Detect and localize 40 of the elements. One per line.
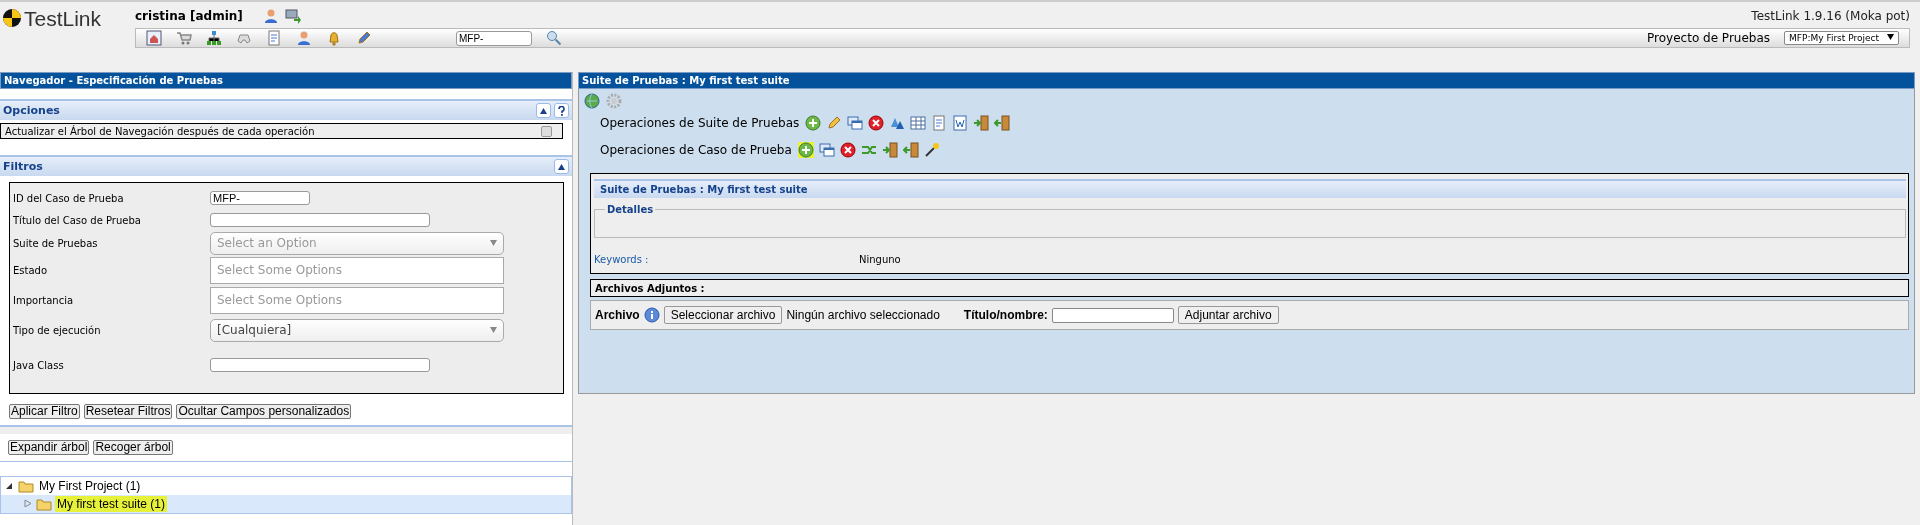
field-label: Java Class bbox=[11, 359, 65, 371]
field-label: Importancia bbox=[12, 294, 75, 306]
project-select[interactable]: MFP:My First Project bbox=[1784, 31, 1899, 45]
field-label: Título del Caso de Prueba bbox=[12, 214, 142, 226]
select-field[interactable]: [Cualquiera] bbox=[210, 318, 504, 342]
attachments-title: Archivos Adjuntos : bbox=[590, 279, 1909, 297]
node-label: My First Project (1) bbox=[38, 478, 142, 494]
user-name: cristina [admin] bbox=[135, 9, 243, 23]
attach-button[interactable]: Adjuntar archivo bbox=[1177, 306, 1279, 324]
panel-title: Navegador - Especificación de Pruebas bbox=[0, 72, 572, 89]
tree-button[interactable]: Recoger árbol bbox=[93, 440, 173, 455]
title-label: Título/nombre: bbox=[963, 308, 1048, 322]
file-status: Ningún archivo seleccionado bbox=[786, 308, 940, 322]
version-text: TestLink 1.9.16 (Moka pot) bbox=[1751, 9, 1910, 23]
field-label: Tipo de ejecución bbox=[12, 324, 102, 336]
node-label: My first test suite (1) bbox=[55, 496, 168, 512]
operations-label: Operaciones de Caso de Prueba bbox=[600, 142, 792, 157]
filter-button[interactable]: Ocultar Campos personalizados bbox=[176, 404, 352, 419]
section-header[interactable]: Opciones bbox=[0, 99, 572, 120]
section-header[interactable]: Filtros bbox=[0, 155, 572, 176]
option-label: Actualizar el Árbol de Navegación después de cada operación bbox=[5, 125, 315, 137]
filter-button[interactable]: Aplicar Filtro bbox=[9, 404, 80, 419]
keywords-label: Keywords : bbox=[594, 254, 650, 265]
text-field[interactable]: MFP- bbox=[210, 191, 310, 205]
tree-button[interactable]: Expandir árbol bbox=[8, 440, 90, 455]
filter-button[interactable]: Resetear Filtros bbox=[83, 404, 173, 419]
panel-title: Suite de Pruebas : My first test suite bbox=[578, 72, 1915, 89]
logo-text: TestLink bbox=[24, 8, 102, 30]
file-label: Archivo bbox=[595, 308, 640, 322]
keywords-value: Ninguno bbox=[859, 254, 902, 265]
field-label: ID del Caso de Prueba bbox=[12, 192, 125, 204]
project-label: Proyecto de Pruebas bbox=[1647, 31, 1771, 45]
field-label: Suite de Pruebas bbox=[12, 237, 99, 249]
operations-label: Operaciones de Suite de Pruebas bbox=[600, 115, 800, 130]
tree-node[interactable]: My first test suite (1) bbox=[1, 495, 571, 513]
suite-title: Suite de Pruebas : My first test suite bbox=[594, 179, 1906, 198]
details-fieldset: Detalles bbox=[594, 204, 1906, 238]
choose-file-button[interactable]: Seleccionar archivo bbox=[663, 306, 783, 324]
field-label: Estado bbox=[12, 264, 49, 276]
search-field[interactable]: MFP- bbox=[456, 30, 532, 46]
